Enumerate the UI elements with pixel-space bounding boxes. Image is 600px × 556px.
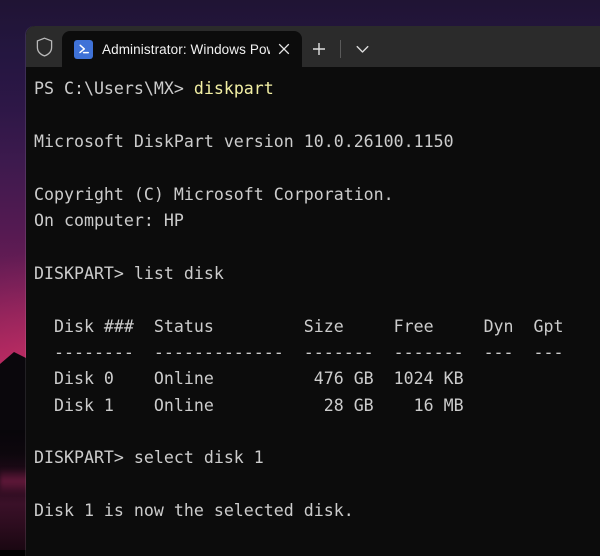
console-text-token: Copyright (C) Microsoft Corporation. (34, 184, 394, 204)
admin-shield-slot (26, 26, 62, 67)
console-line: Microsoft DiskPart version 10.0.26100.11… (34, 129, 600, 155)
tab-dropdown-button[interactable] (345, 31, 379, 67)
windows-terminal-window: Administrator: Windows Powe PS C:\Users\… (26, 26, 600, 556)
tabstrip-separator (340, 40, 341, 58)
shield-icon (36, 37, 52, 57)
console-line: DISKPART> list partition (34, 551, 600, 556)
console-text-token: DISKPART> select disk 1 (34, 448, 264, 468)
console-line: Copyright (C) Microsoft Corporation. (34, 182, 600, 208)
console-line: Disk 1 is now the selected disk. (34, 498, 600, 524)
console-line: On computer: HP (34, 208, 600, 234)
console-text-token: Disk 1 is now the selected disk. (34, 501, 354, 521)
console-line: Disk 0 Online 476 GB 1024 KB (34, 366, 600, 392)
console-text-token: On computer: HP (34, 210, 184, 230)
console-line: Disk 1 Online 28 GB 16 MB (34, 393, 600, 419)
chevron-down-icon (356, 45, 368, 53)
new-tab-button[interactable] (302, 31, 336, 67)
tab-powershell-administrator[interactable]: Administrator: Windows Powe (62, 31, 302, 67)
plus-icon (313, 43, 325, 55)
console-line: DISKPART> list disk (34, 261, 600, 287)
close-icon[interactable] (270, 35, 298, 63)
console-output[interactable]: PS C:\Users\MX> diskpart Microsoft DiskP… (26, 67, 600, 556)
console-line: Disk ### Status Size Free Dyn Gpt (34, 314, 600, 340)
console-text-token: Disk 0 Online 476 GB 1024 KB (34, 369, 464, 389)
console-line: PS C:\Users\MX> diskpart (34, 76, 600, 102)
tabstrip: Administrator: Windows Powe (62, 26, 600, 67)
console-text-token: PS C:\Users\MX> (34, 79, 194, 98)
tab-title: Administrator: Windows Powe (102, 41, 270, 57)
titlebar: Administrator: Windows Powe (26, 26, 600, 67)
console-text-token: Disk 1 Online 28 GB 16 MB (34, 395, 464, 415)
console-line: DISKPART> select disk 1 (34, 445, 600, 471)
console-text-token: Microsoft DiskPart version 10.0.26100.11… (34, 131, 454, 151)
console-text-token: Disk ### Status Size Free Dyn Gpt (34, 316, 564, 336)
console-line: -------- ------------- ------- ------- -… (34, 340, 600, 366)
console-text-token: -------- ------------- ------- ------- -… (34, 342, 564, 362)
console-command-token: diskpart (193, 79, 274, 98)
console-text-token: DISKPART> list disk (34, 263, 224, 283)
powershell-icon (74, 39, 93, 59)
